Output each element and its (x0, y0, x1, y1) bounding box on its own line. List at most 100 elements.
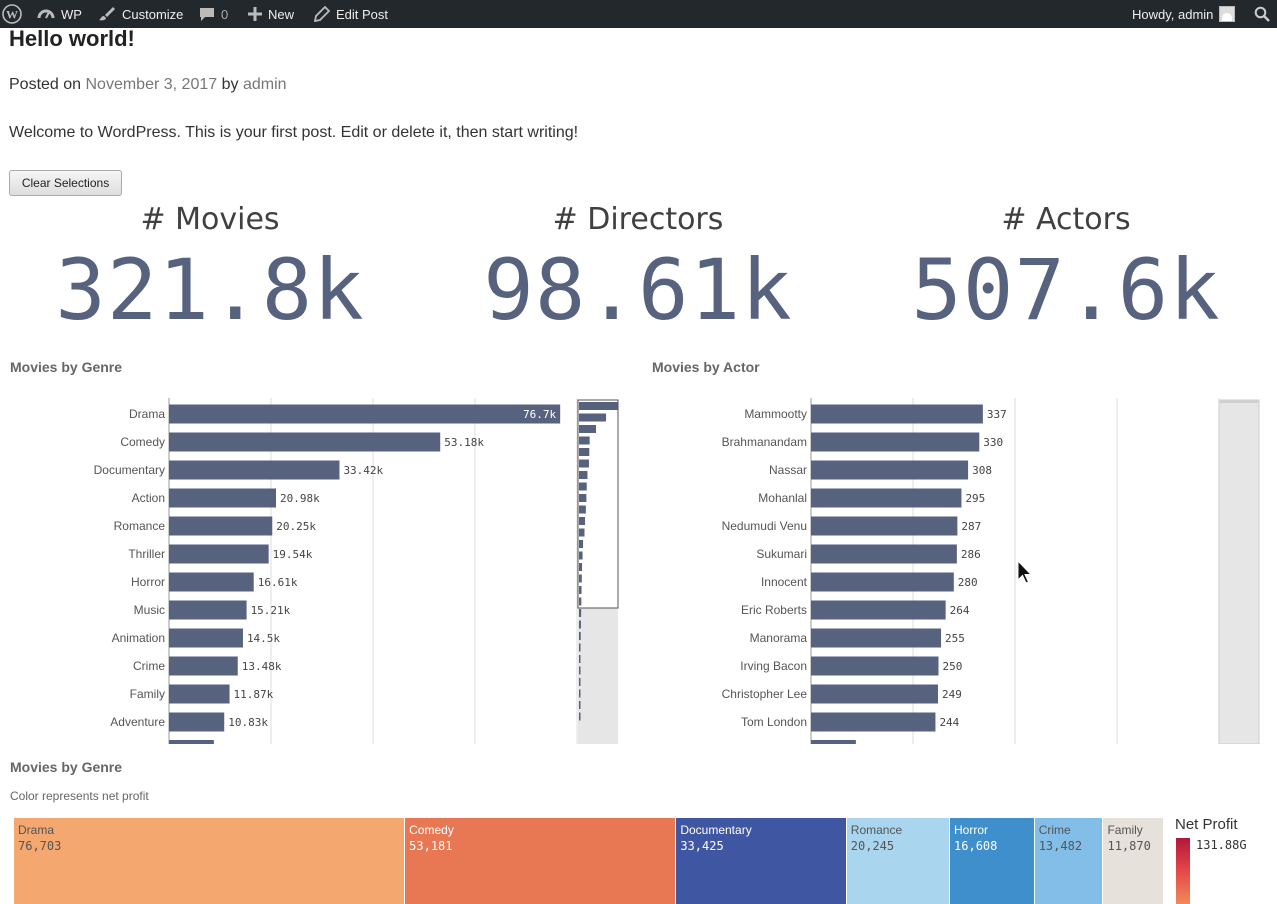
category-label[interactable]: Eric Roberts (741, 603, 807, 617)
tile-value: 76,703 (18, 839, 62, 853)
customize-menu[interactable]: Customize (98, 0, 183, 28)
my-account-menu[interactable]: Howdy, admin (1132, 0, 1236, 28)
bar[interactable] (169, 656, 238, 676)
pencil-icon (314, 6, 330, 22)
category-label[interactable]: Animation (112, 631, 165, 645)
category-label[interactable]: Mohanlal (758, 491, 807, 505)
minimap-bar (579, 471, 588, 479)
category-label[interactable]: Documentary (94, 463, 165, 477)
category-label[interactable]: Action (132, 491, 165, 505)
site-name-menu[interactable]: WP (37, 0, 82, 28)
treemap-tile[interactable]: Crime 13,482 (1034, 818, 1104, 904)
bar-overflow (811, 740, 856, 744)
category-label[interactable]: Mammootty (744, 407, 807, 421)
bar[interactable] (811, 684, 938, 704)
kpi-actors[interactable]: # Actors 507.6k (856, 200, 1276, 339)
category-label[interactable]: Music (134, 603, 165, 617)
category-label[interactable]: Drama (129, 407, 165, 421)
value-label: 13.48k (242, 660, 282, 673)
bar[interactable] (169, 460, 340, 480)
minimap-bar (579, 689, 581, 698)
value-label: 10.83k (228, 716, 268, 729)
value-label: 286 (961, 548, 981, 561)
category-label[interactable]: Thriller (128, 547, 165, 561)
minimap-bar (579, 632, 581, 640)
minimap-bar (579, 551, 583, 560)
kpi-movies[interactable]: # Movies 321.8k (0, 200, 420, 339)
brush-icon (99, 7, 115, 21)
bar[interactable] (811, 544, 957, 564)
genre-bar-chart[interactable]: Drama 76.7k Comedy 53.18k Documentary 33.42k A… (0, 398, 630, 744)
category-label[interactable]: Family (130, 687, 165, 701)
category-label[interactable]: Sukumari (756, 547, 807, 561)
treemap-tile[interactable]: Horror 16,608 (950, 818, 1035, 904)
kpi-directors[interactable]: # Directors 98.61k (428, 200, 848, 339)
bar[interactable] (169, 684, 230, 704)
search-button[interactable] (1254, 0, 1270, 28)
category-label[interactable]: Crime (133, 659, 165, 673)
bar[interactable] (169, 544, 269, 564)
category-label[interactable]: Romance (114, 519, 166, 533)
category-label[interactable]: Christopher Lee (722, 687, 808, 701)
edit-post-link[interactable]: Edit Post (314, 0, 388, 28)
minimap-bar (579, 528, 585, 537)
minimap-track[interactable] (578, 608, 618, 744)
genre-treemap[interactable]: Drama 76,703 Comedy 53,181 Documentary 33,425… (14, 818, 1164, 904)
post-meta: Posted on November 3, 2017 by admin (9, 76, 287, 94)
value-label: 53.18k (444, 436, 484, 449)
category-label[interactable]: Irving Bacon (740, 659, 807, 673)
bar[interactable] (811, 516, 958, 536)
new-content-menu[interactable]: New (248, 0, 294, 28)
post-date-link[interactable]: November 3, 2017 (86, 76, 218, 93)
category-label[interactable]: Manorama (750, 631, 808, 645)
category-label[interactable]: Brahmanandam (722, 435, 807, 449)
comments-menu[interactable]: 0 (199, 0, 228, 28)
actor-bar-chart[interactable]: Mammootty 337 Brahmanandam 330 Nassar 308 Moha… (640, 398, 1270, 744)
scrollbar-thumb[interactable] (1220, 400, 1258, 403)
value-label: 255 (945, 632, 965, 645)
scrollbar-track[interactable] (1218, 399, 1260, 744)
bar[interactable] (811, 712, 936, 732)
bar[interactable] (169, 404, 561, 424)
minimap-bar (579, 448, 590, 456)
tile-value: 20,245 (850, 839, 895, 853)
value-label: 295 (965, 492, 985, 505)
bar[interactable] (811, 404, 983, 424)
category-label[interactable]: Innocent (761, 575, 808, 589)
bar[interactable] (811, 432, 980, 452)
author-link[interactable]: admin (243, 76, 287, 93)
genre-chart-title: Movies by Genre (10, 359, 123, 375)
bar[interactable] (169, 488, 276, 508)
treemap-tile[interactable]: Documentary 33,425 (676, 818, 847, 904)
category-label[interactable]: Nedumudi Venu (722, 519, 807, 533)
avatar (1219, 6, 1236, 22)
category-label[interactable]: Tom London (741, 715, 807, 729)
value-label: 264 (950, 604, 970, 617)
category-label[interactable]: Nassar (769, 463, 807, 477)
bar[interactable] (811, 460, 969, 480)
value-label: 15.21k (251, 604, 291, 617)
bar[interactable] (169, 516, 273, 536)
treemap-tile[interactable]: Romance 20,245 (846, 818, 951, 904)
bar[interactable] (169, 628, 243, 648)
category-label[interactable]: Comedy (120, 435, 165, 449)
minimap-bar (579, 620, 581, 629)
treemap-tile[interactable]: Drama 76,703 (14, 818, 406, 904)
bar[interactable] (811, 488, 962, 508)
clear-selections-button[interactable]: Clear Selections (9, 170, 122, 196)
bar[interactable] (169, 432, 441, 452)
bar[interactable] (169, 572, 254, 592)
bar[interactable] (169, 600, 247, 620)
minimap-bar (579, 574, 582, 583)
category-label[interactable]: Horror (131, 575, 165, 589)
wordpress-logo-icon[interactable]: W (2, 0, 22, 28)
bar[interactable] (169, 712, 225, 732)
bar[interactable] (811, 628, 942, 648)
treemap-tile[interactable]: Comedy 53,181 (405, 818, 677, 904)
treemap-tile[interactable]: Family 11,870 (1103, 818, 1164, 904)
tile-value: 13,482 (1038, 839, 1083, 853)
bar[interactable] (811, 656, 939, 676)
bar[interactable] (811, 600, 946, 620)
category-label[interactable]: Adventure (110, 715, 165, 729)
bar[interactable] (811, 572, 954, 592)
